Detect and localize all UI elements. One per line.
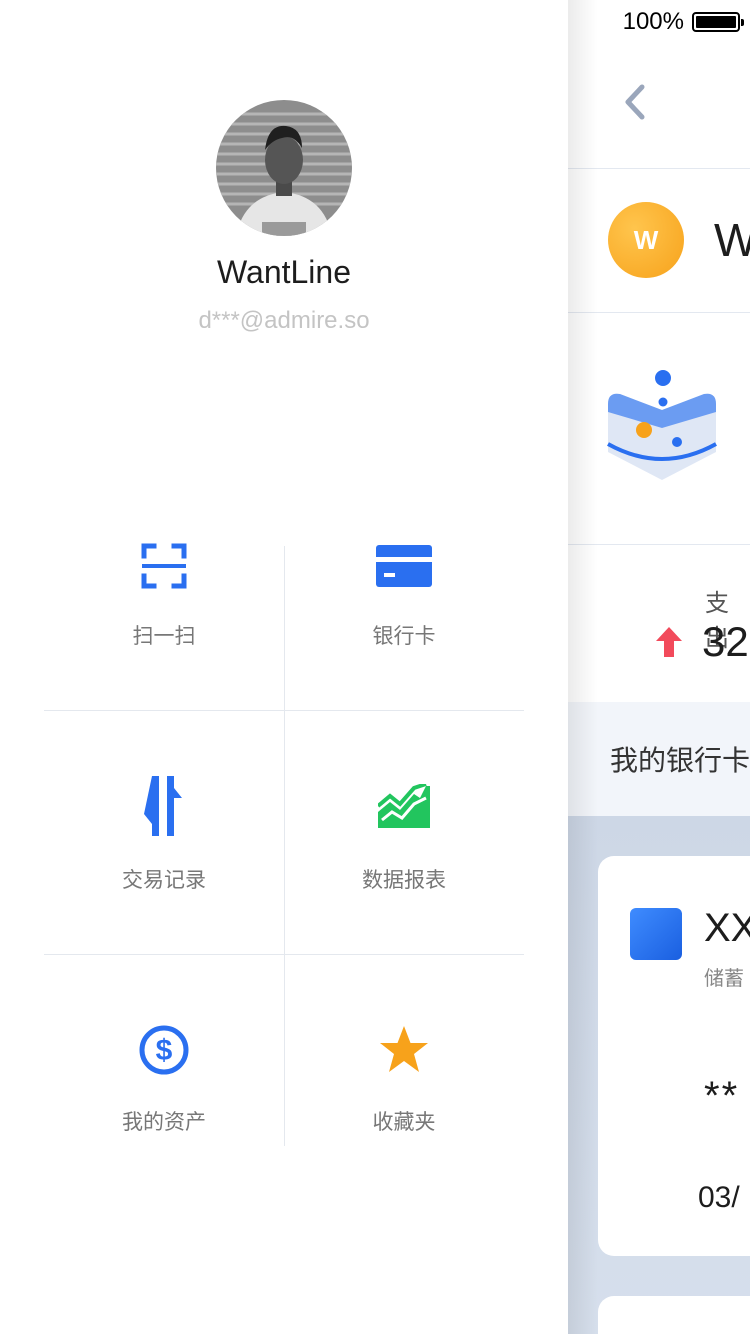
bank-card-icon bbox=[374, 536, 434, 596]
chart-icon bbox=[374, 776, 434, 836]
back-button[interactable] bbox=[616, 82, 656, 122]
card-number: ** bbox=[704, 1074, 740, 1118]
card-type: 储蓄 bbox=[704, 966, 744, 990]
profile-name: WantLine bbox=[217, 254, 351, 290]
menu-item-favorites[interactable]: 收藏夹 bbox=[284, 1020, 524, 1220]
cards-area: XX 储蓄 ** 03/ bbox=[568, 816, 750, 1334]
profile-email: d***@admire.so bbox=[198, 307, 370, 334]
bank-logo-icon bbox=[630, 908, 682, 960]
bank-card[interactable]: XX 储蓄 ** 03/ bbox=[598, 856, 750, 1256]
divider bbox=[568, 168, 750, 169]
profile-avatar[interactable] bbox=[216, 100, 352, 236]
menu-item-reports[interactable]: 数据报表 bbox=[284, 776, 524, 976]
bank-section-title: 我的银行卡 bbox=[610, 744, 750, 777]
scan-icon bbox=[134, 536, 194, 596]
menu-label-transactions: 交易记录 bbox=[122, 868, 206, 892]
menu-label-favorites: 收藏夹 bbox=[372, 1110, 436, 1134]
avatar-photo bbox=[216, 100, 352, 236]
arrow-up-icon bbox=[656, 627, 682, 657]
expense-row: 32 bbox=[656, 618, 749, 666]
user-name: W bbox=[714, 214, 750, 266]
transaction-icon bbox=[134, 776, 194, 836]
bank-section-header: 我的银行卡 bbox=[568, 702, 750, 816]
chevron-left-icon bbox=[625, 84, 645, 120]
menu-label-bank-card: 银行卡 bbox=[372, 624, 436, 648]
battery-percent: 100% bbox=[622, 8, 684, 35]
wallet-illustration-icon bbox=[607, 370, 717, 480]
bank-card[interactable] bbox=[598, 1296, 750, 1334]
dollar-icon: $ bbox=[134, 1020, 194, 1080]
divider bbox=[568, 544, 750, 545]
star-icon bbox=[374, 1020, 434, 1080]
menu-item-bank-card[interactable]: 银行卡 bbox=[284, 536, 524, 736]
card-expiry: 03/ bbox=[698, 1181, 740, 1214]
menu-label-assets: 我的资产 bbox=[122, 1110, 206, 1134]
menu-item-assets[interactable]: $ 我的资产 bbox=[44, 1020, 284, 1220]
user-avatar: W bbox=[608, 202, 684, 278]
expense-value: 32 bbox=[702, 618, 749, 665]
user-row[interactable]: W W bbox=[608, 202, 750, 278]
menu-grid: 扫一扫 银行卡 交易记录 数据报表 $ 我的资产 收藏夹 bbox=[44, 543, 524, 1146]
card-bank-name: XX bbox=[704, 906, 750, 950]
divider bbox=[568, 312, 750, 313]
menu-item-transactions[interactable]: 交易记录 bbox=[44, 776, 284, 976]
main-screen: 100% W W 支出 32 我的银行卡 XX 储蓄 ** 03/ bbox=[568, 0, 750, 1334]
menu-label-scan: 扫一扫 bbox=[132, 624, 196, 648]
status-bar: 100% bbox=[622, 8, 744, 36]
battery-icon bbox=[692, 12, 744, 32]
svg-text:$: $ bbox=[156, 1034, 173, 1067]
side-drawer: WantLine d***@admire.so 扫一扫 银行卡 交易记录 数据报… bbox=[0, 0, 568, 1334]
menu-item-scan[interactable]: 扫一扫 bbox=[44, 536, 284, 736]
menu-label-reports: 数据报表 bbox=[362, 868, 446, 892]
